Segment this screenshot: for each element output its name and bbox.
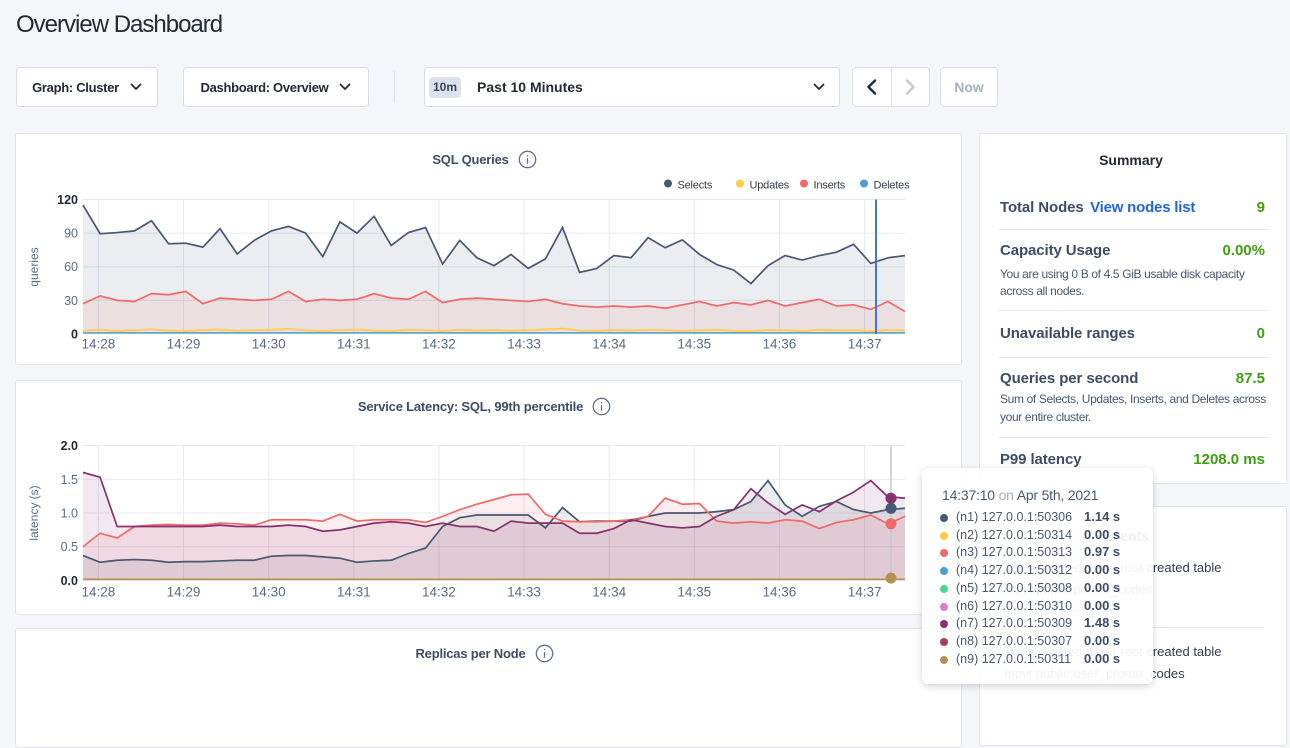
svg-text:14:37: 14:37 (848, 585, 882, 600)
svg-text:Deletes: Deletes (874, 180, 911, 192)
svg-text:0.5: 0.5 (61, 540, 78, 554)
svg-text:14:30: 14:30 (252, 337, 286, 352)
svg-text:14:34: 14:34 (592, 337, 626, 352)
svg-text:14:36: 14:36 (763, 585, 797, 600)
svg-text:14:28: 14:28 (82, 337, 116, 352)
svg-text:1.0: 1.0 (61, 507, 78, 521)
svg-text:30: 30 (64, 294, 78, 308)
svg-text:14:32: 14:32 (422, 585, 456, 600)
svg-text:14:35: 14:35 (677, 337, 711, 352)
svg-text:14:32: 14:32 (422, 337, 456, 352)
svg-text:120: 120 (57, 193, 78, 207)
svg-text:queries: queries (27, 247, 41, 286)
svg-text:0: 0 (71, 328, 78, 342)
svg-text:14:33: 14:33 (507, 337, 541, 352)
svg-text:14:31: 14:31 (337, 585, 371, 600)
svg-text:Inserts: Inserts (814, 180, 846, 192)
svg-text:90: 90 (64, 227, 78, 241)
svg-text:14:34: 14:34 (592, 585, 626, 600)
svg-text:14:33: 14:33 (507, 585, 541, 600)
svg-text:14:31: 14:31 (337, 337, 371, 352)
svg-text:latency (s): latency (s) (27, 485, 41, 540)
svg-text:14:29: 14:29 (167, 585, 201, 600)
svg-text:60: 60 (64, 260, 78, 274)
svg-text:14:29: 14:29 (167, 337, 201, 352)
svg-text:2.0: 2.0 (61, 439, 78, 453)
svg-text:Updates: Updates (750, 180, 790, 192)
svg-text:14:37: 14:37 (848, 337, 882, 352)
svg-text:14:36: 14:36 (763, 337, 797, 352)
svg-text:Selects: Selects (678, 180, 713, 192)
svg-text:0.0: 0.0 (61, 574, 78, 588)
svg-text:14:30: 14:30 (252, 585, 286, 600)
svg-text:1.5: 1.5 (61, 473, 78, 487)
svg-text:14:28: 14:28 (82, 585, 116, 600)
svg-text:14:35: 14:35 (677, 585, 711, 600)
